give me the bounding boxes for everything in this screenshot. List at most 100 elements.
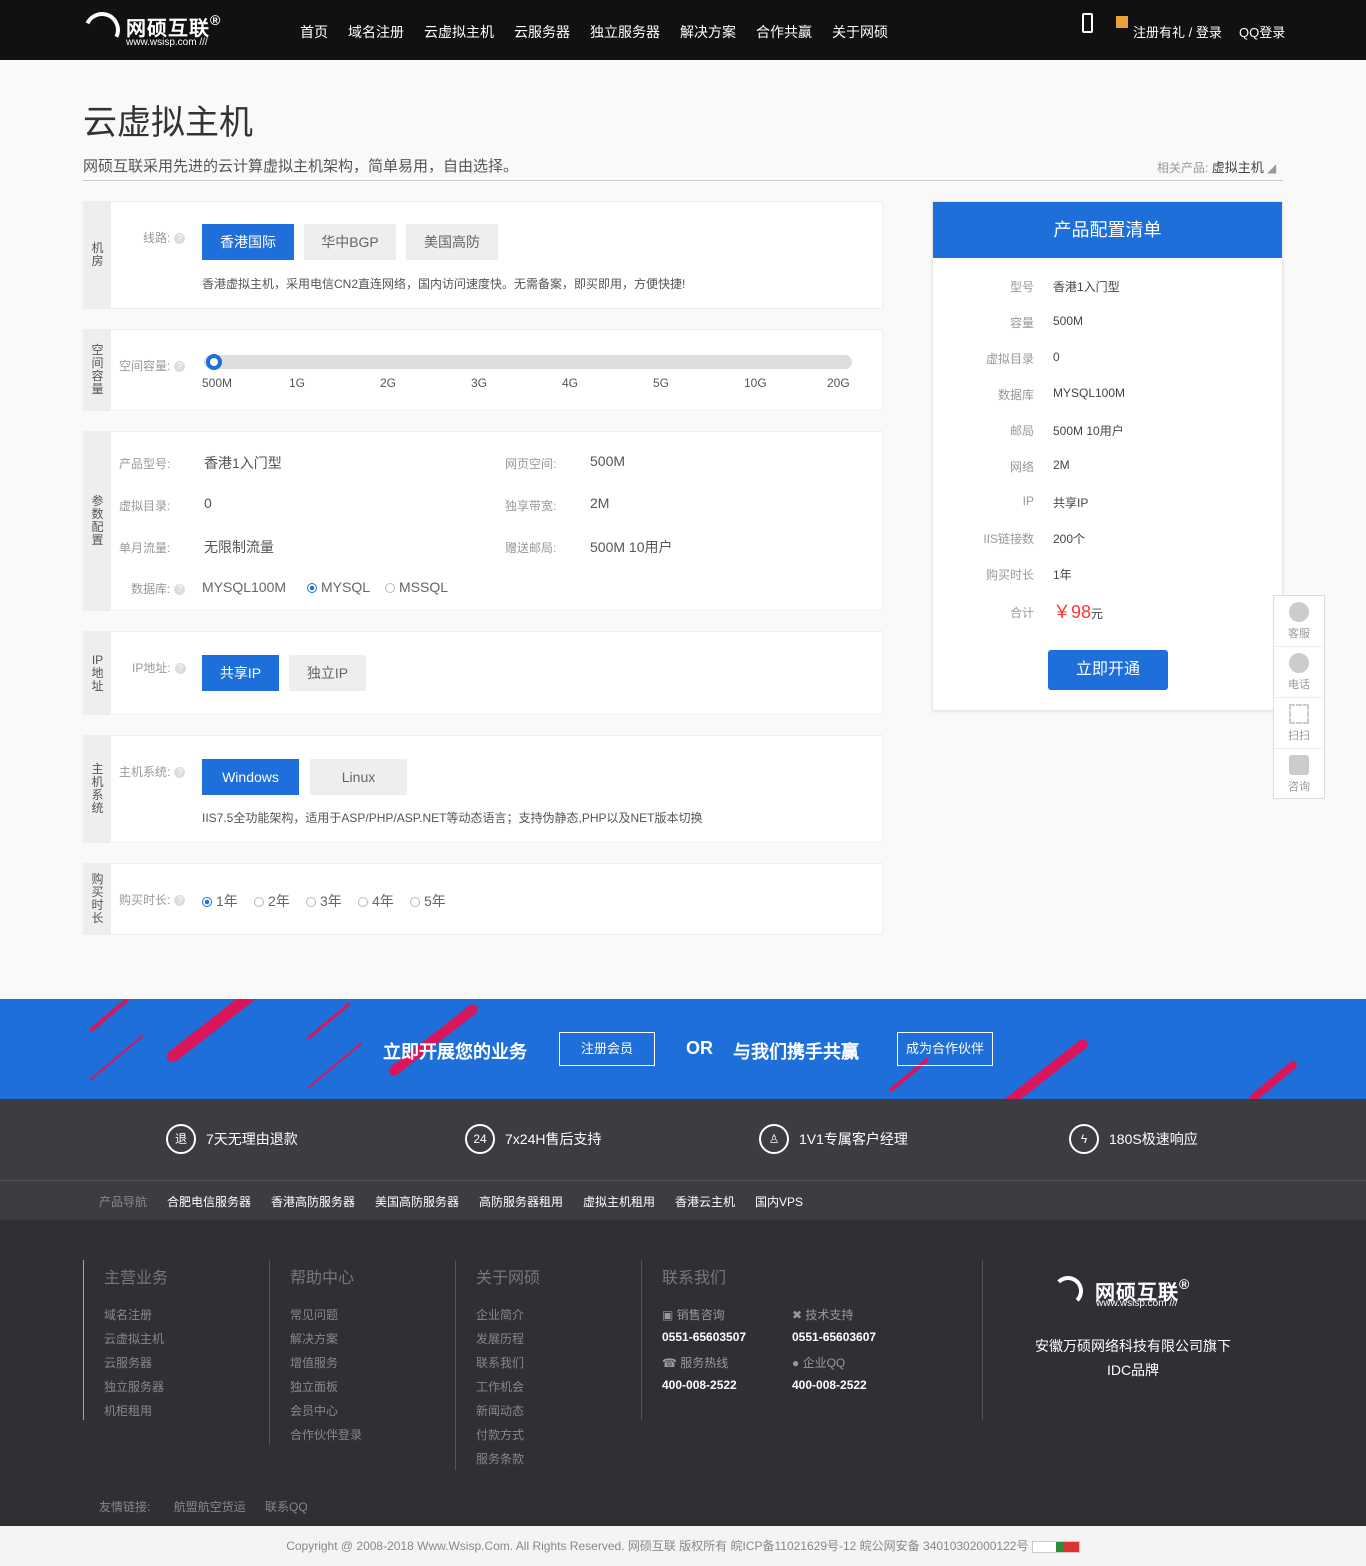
help-icon[interactable]: ? (174, 233, 186, 245)
side-widget: 客服 电话 扫扫 咨询 (1273, 595, 1325, 799)
line-bgp-button[interactable]: 华中BGP (304, 224, 396, 260)
product-nav-link[interactable]: 虚拟主机租用 (583, 1193, 655, 1210)
register-login-link[interactable]: 注册有礼 / 登录 (1133, 22, 1222, 41)
line-hk-button[interactable]: 香港国际 (202, 224, 294, 260)
nav-virtual-host[interactable]: 云虚拟主机 (424, 22, 494, 42)
side-service[interactable]: 客服 (1274, 596, 1324, 647)
slider-tick[interactable]: 20G (827, 376, 850, 390)
footer-link[interactable]: 付款方式 (476, 1426, 524, 1443)
nav-solutions[interactable]: 解决方案 (680, 22, 736, 42)
period-5y-radio[interactable]: 5年 (410, 891, 446, 911)
product-nav-link[interactable]: 合肥电信服务器 (167, 1193, 251, 1210)
hotline-label: ☎ 服务热线 (662, 1356, 729, 1370)
period-4y-radio[interactable]: 4年 (358, 891, 394, 911)
side-phone[interactable]: 电话 (1274, 647, 1324, 698)
period-3y-radio[interactable]: 3年 (306, 891, 342, 911)
help-icon[interactable]: ? (174, 663, 186, 675)
slider-tick[interactable]: 1G (289, 376, 305, 390)
db-mysql-radio[interactable]: MYSQL (307, 579, 370, 595)
slider-tick[interactable]: 5G (653, 376, 669, 390)
os-windows-button[interactable]: Windows (202, 759, 299, 795)
banner-or: OR (686, 1038, 713, 1058)
mobile-icon[interactable] (1082, 13, 1093, 33)
nav-home[interactable]: 首页 (300, 22, 328, 42)
model-value: 香港1入门型 (204, 455, 282, 471)
help-icon[interactable]: ? (174, 895, 186, 907)
footer-link[interactable]: 独立面板 (290, 1378, 338, 1395)
period-2y-radio[interactable]: 2年 (254, 891, 290, 911)
os-linux-button[interactable]: Linux (310, 759, 407, 795)
footer-link[interactable]: 域名注册 (104, 1306, 152, 1323)
space-slider-track[interactable] (204, 355, 852, 369)
space-panel: 空间容量 (83, 329, 883, 411)
friend-link[interactable]: 航盟航空货运 (174, 1500, 246, 1514)
product-nav-link[interactable]: 香港高防服务器 (271, 1193, 355, 1210)
product-nav-link[interactable]: 香港云主机 (675, 1193, 735, 1210)
slider-tick[interactable]: 4G (562, 376, 578, 390)
phone-icon: ☎ (662, 1356, 681, 1370)
nav-about[interactable]: 关于网硕 (832, 22, 888, 42)
period-label: 购买时长:? (119, 891, 186, 908)
db-mssql-radio[interactable]: MSSQL (385, 579, 448, 595)
logo-icon[interactable] (78, 6, 126, 54)
side-scan[interactable]: 扫扫 (1274, 698, 1324, 749)
nav-cooperation[interactable]: 合作共赢 (756, 22, 812, 42)
ip-dedicated-button[interactable]: 独立IP (289, 655, 366, 691)
help-icon[interactable]: ? (174, 767, 186, 779)
slider-tick[interactable]: 500M (202, 376, 232, 390)
nav-domain[interactable]: 域名注册 (348, 22, 404, 42)
friend-link[interactable]: 联系QQ (265, 1500, 308, 1514)
footer-link[interactable]: 企业简介 (476, 1306, 524, 1323)
line-us-button[interactable]: 美国高防 (406, 224, 498, 260)
web-space-value: 500M (590, 453, 626, 469)
cnzz-badge-icon[interactable] (1031, 1540, 1080, 1553)
slider-tick[interactable]: 2G (380, 376, 396, 390)
footer-link[interactable]: 工作机会 (476, 1378, 524, 1395)
ip-shared-button[interactable]: 共享IP (202, 655, 279, 691)
model-label: 产品型号: (119, 457, 171, 471)
scan-icon (1289, 704, 1309, 724)
product-nav-label: 产品导航 (99, 1195, 148, 1209)
period-1y-radio[interactable]: 1年 (202, 891, 238, 911)
become-partner-button[interactable]: 成为合作伙伴 (897, 1032, 993, 1066)
product-nav-link[interactable]: 高防服务器租用 (479, 1193, 563, 1210)
copyright: Copyright @ 2008-2018 Www.Wsisp.Com. All… (0, 1526, 1366, 1566)
tools-icon: ✖ (792, 1308, 806, 1322)
footer-link[interactable]: 独立服务器 (104, 1378, 164, 1395)
footer-link[interactable]: 合作伙伴登录 (290, 1426, 362, 1443)
open-now-button[interactable]: 立即开通 (1048, 650, 1168, 690)
feature-refund: 退 7天无理由退款 (166, 1124, 298, 1154)
footer-link[interactable]: 增值服务 (290, 1354, 338, 1371)
slider-tick[interactable]: 3G (471, 376, 487, 390)
slider-tick[interactable]: 10G (744, 376, 767, 390)
footer-link[interactable]: 机柜租用 (104, 1402, 152, 1419)
footer-link[interactable]: 新闻动态 (476, 1402, 524, 1419)
product-nav-link[interactable]: 国内VPS (755, 1193, 803, 1210)
footer-link[interactable]: 会员中心 (290, 1402, 338, 1419)
config-summary: 产品配置清单 型号 香港1入门型 容量 500M 虚拟目录 0 数据库 MYSQL100… (932, 201, 1283, 711)
decor-stripe (1247, 1059, 1299, 1099)
title-divider (83, 180, 1283, 181)
register-member-button[interactable]: 注册会员 (559, 1032, 655, 1066)
footer-link[interactable]: 云虚拟主机 (104, 1330, 164, 1347)
decor-stripe (996, 1037, 1090, 1099)
footer-link[interactable]: 服务条款 (476, 1450, 524, 1467)
nav-dedicated-server[interactable]: 独立服务器 (590, 22, 660, 42)
footer-link[interactable]: 联系我们 (476, 1354, 524, 1371)
help-icon[interactable]: ? (174, 361, 186, 373)
space-slider-handle[interactable] (206, 354, 222, 370)
product-nav-link[interactable]: 美国高防服务器 (375, 1193, 459, 1210)
side-consult[interactable]: 咨询 (1274, 749, 1324, 800)
footer-link[interactable]: 常见问题 (290, 1306, 338, 1323)
banner-right-text: 与我们携手共赢 (733, 1042, 859, 1062)
feature-support: 24 7x24H售后支持 (465, 1124, 601, 1154)
nav-cloud-server[interactable]: 云服务器 (514, 22, 570, 42)
decor-stripe (307, 1001, 352, 1040)
footer-link[interactable]: 云服务器 (104, 1354, 152, 1371)
help-icon[interactable]: ? (174, 584, 186, 596)
related-product[interactable]: 相关产品: 虚拟主机 ◢ (1157, 157, 1276, 176)
footer-link[interactable]: 发展历程 (476, 1330, 524, 1347)
qq-login-link[interactable]: QQ登录 (1239, 22, 1285, 41)
footer-link[interactable]: 解决方案 (290, 1330, 338, 1347)
bandwidth-label: 独享带宽: (505, 499, 557, 513)
